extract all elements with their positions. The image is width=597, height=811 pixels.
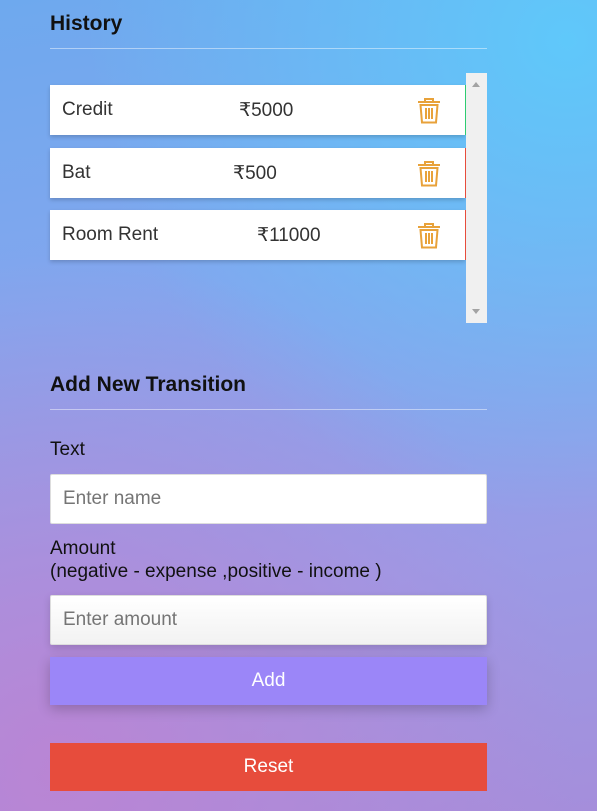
transaction-item-credit: Credit ₹5000: [50, 85, 477, 135]
trash-icon[interactable]: [416, 97, 442, 124]
transaction-amount: ₹5000: [239, 100, 294, 121]
transaction-amount: ₹500: [233, 163, 277, 184]
transaction-item-bat: Bat ₹500: [50, 148, 477, 198]
transaction-text: Bat: [62, 162, 91, 183]
transaction-text: Credit: [62, 99, 113, 120]
scroll-up-icon[interactable]: [472, 82, 480, 87]
history-scrollbar[interactable]: [466, 73, 487, 323]
add-transaction-heading: Add New Transition: [50, 373, 487, 410]
amount-input[interactable]: [50, 595, 487, 645]
transaction-text: Room Rent: [62, 224, 159, 245]
amount-label-title: Amount: [50, 538, 116, 559]
trash-icon[interactable]: [416, 222, 442, 249]
amount-label: Amount (negative - expense ,positive - i…: [50, 537, 382, 583]
amount-label-hint: (negative - expense ,positive - income ): [50, 561, 382, 582]
transaction-item-room-rent: Room Rent ₹11000: [50, 210, 477, 260]
add-button[interactable]: Add: [50, 657, 487, 705]
transaction-amount: ₹11000: [257, 225, 321, 246]
history-heading: History: [50, 12, 487, 49]
history-list: Credit ₹5000 Bat ₹500 Room Rent ₹11000: [50, 73, 487, 323]
text-label: Text: [50, 439, 85, 460]
scroll-down-icon[interactable]: [472, 309, 480, 314]
name-input[interactable]: [50, 474, 487, 524]
trash-icon[interactable]: [416, 160, 442, 187]
reset-button[interactable]: Reset: [50, 743, 487, 791]
